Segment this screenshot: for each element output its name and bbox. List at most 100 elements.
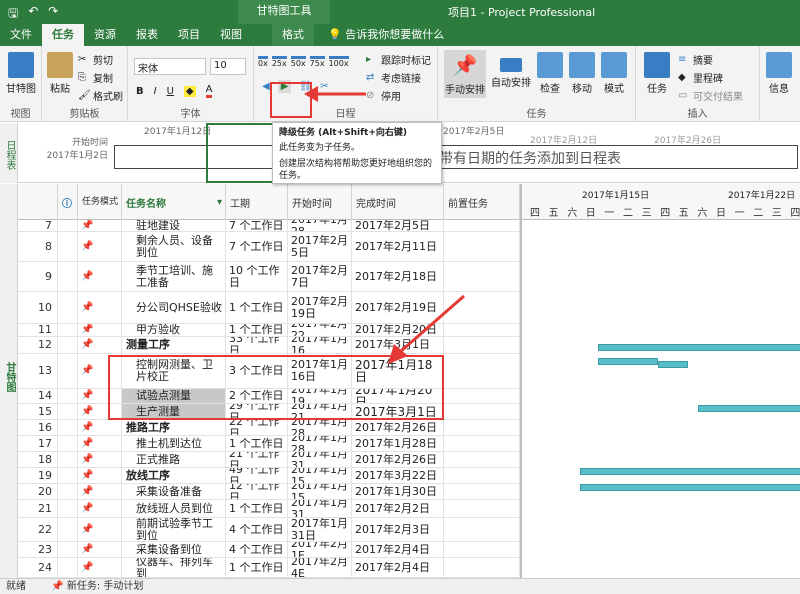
row-predecessors[interactable] (444, 452, 520, 467)
row-info[interactable] (58, 558, 78, 577)
row-start[interactable]: 2017年2月7日 (288, 262, 352, 291)
row-start[interactable]: 2017年1月15 (288, 468, 352, 483)
row-duration[interactable]: 1 个工作日 (226, 500, 288, 517)
table-row[interactable]: 18 📌 正式推路 21 个工作日 2017年1月31 2017年2月26日 (18, 452, 520, 468)
row-duration[interactable]: 7 个工作日 (226, 232, 288, 261)
underline-icon[interactable]: U (167, 86, 174, 97)
row-duration[interactable]: 2 个工作日 (226, 389, 288, 403)
deliverable-button[interactable]: ▭ 可交付结果 (678, 88, 743, 104)
row-info[interactable] (58, 262, 78, 291)
tab-view[interactable]: 视图 (210, 24, 252, 46)
row-duration[interactable]: 4 个工作日 (226, 518, 288, 541)
row-finish[interactable]: 2017年2月4日 (352, 542, 444, 557)
undo-icon[interactable]: ↶ (28, 4, 38, 25)
table-row[interactable]: 13 📌 控制网测量、卫片校正 3 个工作日 2017年1月16日 2017年1月18日 (18, 354, 520, 389)
row-mode[interactable]: 📌 (78, 436, 122, 451)
row-finish[interactable]: 2017年3月1日 (352, 404, 444, 419)
row-task-name[interactable]: 试验点测量 (122, 389, 226, 403)
row-finish[interactable]: 2017年3月22日 (352, 468, 444, 483)
row-mode[interactable]: 📌 (78, 324, 122, 336)
row-id[interactable]: 16 (18, 420, 58, 435)
gantt-bar[interactable] (580, 484, 800, 491)
row-finish[interactable]: 2017年2月26日 (352, 452, 444, 467)
row-duration[interactable]: 1 个工作日 (226, 324, 288, 336)
tab-file[interactable]: 文件 (0, 24, 42, 46)
row-predecessors[interactable] (444, 436, 520, 451)
row-start[interactable]: 2017年2月5日 (288, 232, 352, 261)
row-predecessors[interactable] (444, 420, 520, 435)
gantt-bar[interactable] (598, 358, 658, 365)
row-id[interactable]: 14 (18, 389, 58, 403)
row-mode[interactable]: 📌 (78, 500, 122, 517)
cut-button[interactable]: ✂ 剪切 (78, 52, 113, 68)
gantt-bar[interactable] (598, 344, 800, 351)
format-painter-button[interactable]: 🖌 格式刷 (78, 88, 123, 104)
row-task-name[interactable]: 控制网测量、卫片校正 (122, 354, 226, 388)
row-finish[interactable]: 2017年2月20日 (352, 324, 444, 336)
row-info[interactable] (58, 484, 78, 499)
table-row[interactable]: 14 📌 试验点测量 2 个工作日 2017年1月19 2017年1月20日 (18, 389, 520, 404)
row-task-name[interactable]: 采集设备到位 (122, 542, 226, 557)
gantt-bar[interactable] (658, 361, 688, 368)
information-button[interactable]: 信息 (764, 52, 794, 95)
row-duration[interactable]: 49 个工作日 (226, 468, 288, 483)
row-start[interactable]: 2017年1月16日 (288, 354, 352, 388)
table-row[interactable]: 8 📌 剩余人员、设备到位 7 个工作日 2017年2月5日 2017年2月11日 (18, 232, 520, 262)
row-predecessors[interactable] (444, 404, 520, 419)
copy-button[interactable]: ⎘ 复制 (78, 70, 113, 86)
row-duration[interactable]: 1 个工作日 (226, 558, 288, 577)
row-finish[interactable]: 2017年2月26日 (352, 420, 444, 435)
indent-task-icon[interactable]: ▶ (277, 80, 292, 93)
table-row[interactable]: 9 📌 季节工培训、施工准备 10 个工作日 2017年2月7日 2017年2月18日 (18, 262, 520, 292)
row-id[interactable]: 15 (18, 404, 58, 419)
row-duration[interactable]: 7 个工作日 (226, 220, 288, 231)
font-name-select[interactable]: 宋体 (134, 58, 206, 75)
row-mode[interactable]: 📌 (78, 262, 122, 291)
tab-format[interactable]: 格式 (272, 24, 314, 46)
row-info[interactable] (58, 468, 78, 483)
row-predecessors[interactable] (444, 354, 520, 388)
manual-schedule-button[interactable]: 📌 手动安排 (444, 50, 486, 98)
row-start[interactable]: 2017年1月15 (288, 484, 352, 499)
table-row[interactable]: 20 📌 采集设备准备 12 个工作日 2017年1月15 2017年1月30日 (18, 484, 520, 500)
row-task-name[interactable]: 采集设备准备 (122, 484, 226, 499)
pct-50-button[interactable]: 50x (290, 56, 306, 68)
row-id[interactable]: 17 (18, 436, 58, 451)
row-mode[interactable]: 📌 (78, 484, 122, 499)
table-row[interactable]: 23 📌 采集设备到位 4 个工作日 2017年2月1E 2017年2月4日 (18, 542, 520, 558)
dropdown-arrow-icon[interactable]: ▾ (217, 197, 225, 208)
row-info[interactable] (58, 542, 78, 557)
row-predecessors[interactable] (444, 518, 520, 541)
row-duration[interactable]: 1 个工作日 (226, 436, 288, 451)
row-info[interactable] (58, 500, 78, 517)
milestone-button[interactable]: ◆ 里程碑 (678, 70, 723, 86)
pct-75-button[interactable]: 75x (309, 56, 325, 68)
row-finish[interactable]: 2017年1月18日 (352, 354, 444, 388)
row-task-name[interactable]: 剩余人员、设备到位 (122, 232, 226, 261)
link-tasks-icon[interactable]: ⛓ (299, 81, 312, 92)
fill-color-icon[interactable]: ◆ (183, 85, 196, 97)
row-id[interactable]: 21 (18, 500, 58, 517)
paste-button[interactable]: 粘贴 (46, 52, 74, 95)
font-color-icon[interactable]: A (205, 84, 213, 98)
row-id[interactable]: 13 (18, 354, 58, 388)
row-mode[interactable]: 📌 (78, 389, 122, 403)
row-info[interactable] (58, 404, 78, 419)
row-task-name[interactable]: 放线班人员到位 (122, 500, 226, 517)
row-task-name[interactable]: 推土机到达位 (122, 436, 226, 451)
header-mode[interactable]: 任务模式 (78, 184, 122, 220)
row-start[interactable]: 2017年1月28 (288, 436, 352, 451)
header-predecessors[interactable]: 前置任务 (444, 184, 520, 220)
row-start[interactable]: 2017年1月19 (288, 389, 352, 403)
row-task-name[interactable]: 仪器车、排列车到 (122, 558, 226, 577)
row-id[interactable]: 7 (18, 220, 58, 231)
pct-100-button[interactable]: 100x (328, 56, 349, 68)
row-start[interactable]: 2017年1月21 (288, 404, 352, 419)
row-mode[interactable]: 📌 (78, 518, 122, 541)
row-predecessors[interactable] (444, 558, 520, 577)
row-finish[interactable]: 2017年2月4日 (352, 558, 444, 577)
row-task-name[interactable]: 放线工序 (122, 468, 226, 483)
row-task-name[interactable]: 季节工培训、施工准备 (122, 262, 226, 291)
row-mode[interactable]: 📌 (78, 292, 122, 323)
header-duration[interactable]: 工期 (226, 184, 288, 220)
